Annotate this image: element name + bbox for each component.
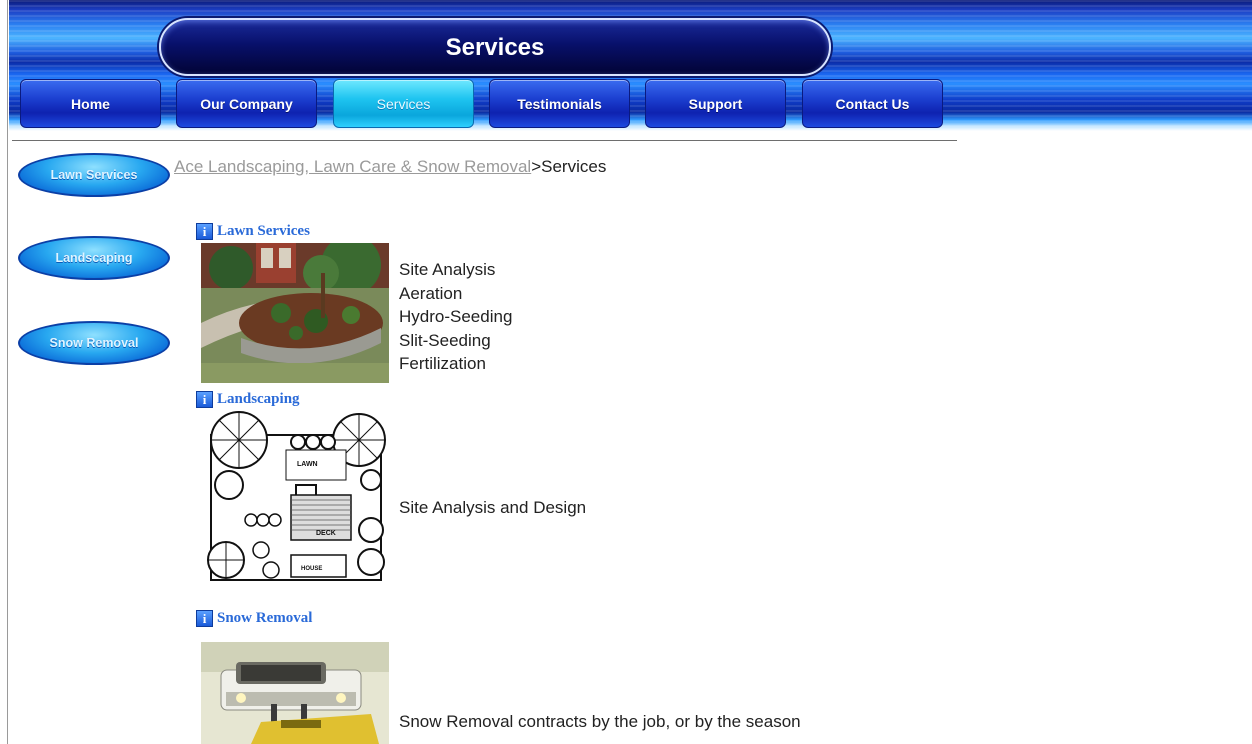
section-heading-label: Snow Removal — [217, 610, 313, 626]
landscaping-description: Site Analysis and Design — [399, 498, 587, 517]
nav-tab-label: Contact Us — [835, 95, 910, 112]
sidebar-button-snow-removal[interactable]: Snow Removal — [18, 321, 170, 365]
breadcrumb-separator: > — [531, 157, 542, 176]
sidebar-button-label: Landscaping — [55, 251, 133, 265]
landscape-plan-drawing: LAWN DECK HOUSE — [201, 410, 389, 585]
info-icon: i — [196, 223, 213, 240]
header-divider — [12, 140, 957, 141]
nav-tab-testimonials[interactable]: Testimonials — [489, 79, 630, 128]
list-item: Fertilization — [399, 354, 486, 373]
section-heading-landscaping[interactable]: i Landscaping — [196, 391, 300, 408]
snow-plow-truck-image — [201, 642, 389, 744]
section-heading-label: Lawn Services — [217, 223, 310, 239]
list-item: Hydro-Seeding — [399, 307, 513, 326]
nav-tab-contact-us[interactable]: Contact Us — [802, 79, 943, 128]
info-icon: i — [196, 610, 213, 627]
list-item: Aeration — [399, 283, 463, 303]
header-banner: Services Home Our Company Services Testi… — [9, 0, 1252, 131]
lawn-services-list: Site Analysis Aeration Hydro-Seeding Sli… — [399, 258, 512, 376]
snow-removal-description: Snow Removal contracts by the job, or by… — [399, 712, 801, 731]
plan-deck-label: DECK — [316, 530, 336, 537]
section-heading-label: Landscaping — [217, 391, 300, 407]
nav-tab-home[interactable]: Home — [20, 79, 161, 128]
page-title-pill: Services — [159, 18, 831, 76]
list-item: Site Analysis — [399, 260, 496, 279]
nav-tab-our-company[interactable]: Our Company — [176, 79, 317, 128]
snow-removal-photo — [201, 642, 389, 744]
nav-tab-support[interactable]: Support — [645, 79, 786, 128]
list-item: Slit-Seeding — [399, 330, 491, 350]
left-page-border — [0, 0, 8, 744]
sidebar-button-landscaping[interactable]: Landscaping — [18, 236, 170, 280]
breadcrumb: Ace Landscaping, Lawn Care & Snow Remova… — [174, 157, 606, 177]
section-heading-lawn-services[interactable]: i Lawn Services — [196, 223, 310, 240]
breadcrumb-current: Services — [541, 157, 607, 176]
nav-tab-label: Services — [376, 95, 431, 112]
sidebar-button-label: Snow Removal — [49, 336, 139, 350]
info-icon: i — [196, 391, 213, 408]
page-title: Services — [445, 34, 545, 61]
nav-tab-services[interactable]: Services — [333, 79, 474, 128]
nav-tab-label: Home — [71, 95, 110, 112]
plan-house-label: HOUSE — [301, 566, 322, 572]
sidebar-button-label: Lawn Services — [50, 168, 138, 182]
nav-tab-label: Our Company — [200, 95, 293, 112]
sidebar-button-lawn-services[interactable]: Lawn Services — [18, 153, 170, 197]
nav-tab-label: Support — [688, 95, 743, 112]
lawn-services-photo — [201, 243, 389, 383]
nav-tab-label: Testimonials — [517, 95, 602, 112]
lawn-garden-image — [201, 243, 389, 383]
breadcrumb-home-link[interactable]: Ace Landscaping, Lawn Care & Snow Remova… — [174, 157, 531, 176]
section-heading-snow-removal[interactable]: i Snow Removal — [196, 610, 312, 627]
landscape-plan-image: LAWN DECK HOUSE — [201, 410, 389, 585]
plan-lawn-label: LAWN — [297, 461, 318, 468]
